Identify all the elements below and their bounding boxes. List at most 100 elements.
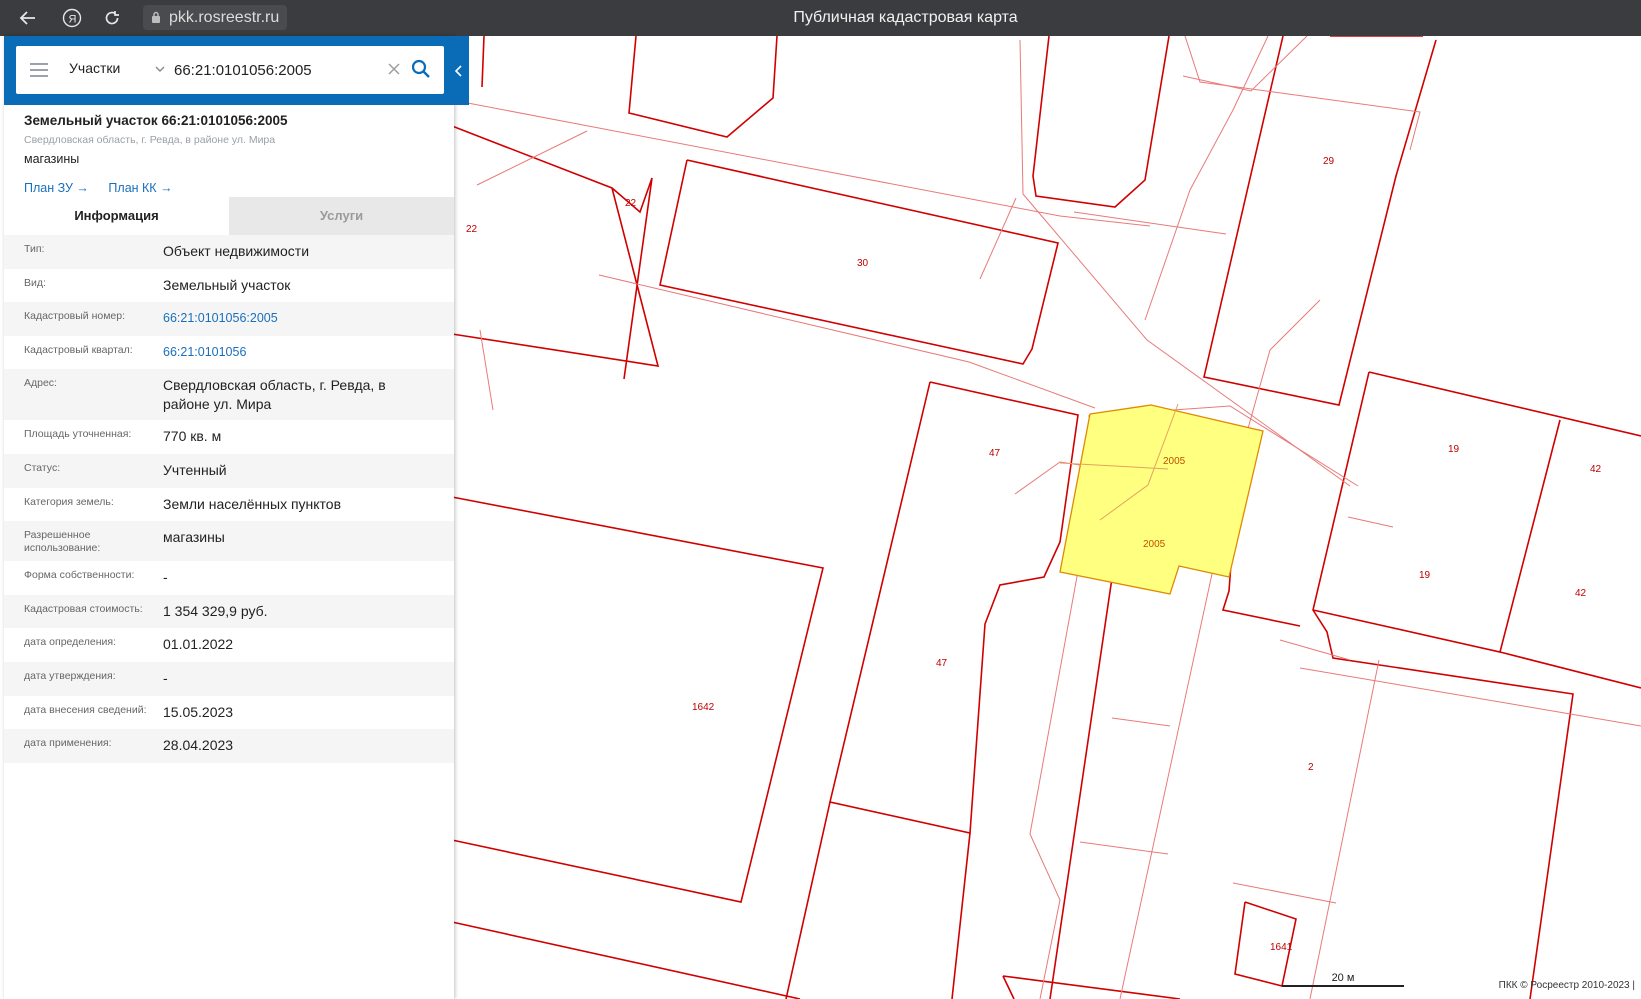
parcel-label: 2 — [1308, 762, 1314, 773]
property-row: Категория земель: Земли населённых пункт… — [4, 488, 454, 522]
property-key: Кадастровый квартал: — [24, 343, 133, 356]
property-row: Кадастровая стоимость: 1 354 329,9 руб. — [4, 594, 454, 629]
property-value: Объект недвижимости — [163, 243, 310, 259]
parcel-label: 22 — [625, 198, 637, 209]
selected-parcel-2005[interactable] — [1059, 404, 1264, 595]
parcel-boundary — [451, 187, 660, 367]
parcel-label: 22 — [466, 224, 478, 235]
search-box: Участки — [16, 46, 444, 94]
selected-parcel-label: 2005 — [1163, 456, 1186, 467]
property-value: 770 кв. м — [163, 428, 222, 445]
object-title: Земельный участок 66:21:0101056:2005 — [24, 113, 288, 128]
property-row: Кадастровый номер: 66:21:0101056:2005 — [4, 302, 454, 336]
parcel-boundary — [451, 921, 801, 999]
parcel-boundary — [451, 125, 653, 214]
tab-info[interactable]: Информация — [4, 197, 229, 235]
parcel-label: 42 — [1575, 588, 1587, 599]
collapse-panel-button[interactable] — [452, 58, 466, 84]
property-key: Вид: — [24, 276, 46, 289]
parcel-label: 19 — [1419, 570, 1431, 581]
property-key: Кадастровая стоимость: — [24, 602, 143, 615]
object-header: Земельный участок 66:21:0101056:2005 Све… — [4, 105, 454, 166]
property-key: дата утверждения: — [24, 669, 116, 682]
parcel-label: 47 — [989, 448, 1001, 459]
layer-select[interactable]: Участки — [69, 60, 120, 76]
scale-line — [1282, 985, 1404, 987]
plan-kk-link[interactable]: План КК → — [108, 181, 172, 195]
object-links: План ЗУ → План КК → — [24, 181, 189, 195]
property-key: Форма собственности: — [24, 569, 135, 582]
scale-label: 20 м — [1331, 972, 1355, 984]
property-row: дата внесения сведений: 15.05.2023 — [4, 696, 454, 730]
property-row: Площадь уточненная: 770 кв. м — [4, 420, 454, 454]
property-row: дата определения: 01.01.2022 — [4, 628, 454, 662]
property-row: дата утверждения: - — [4, 661, 454, 696]
property-value: Свердловская область, г. Ревда, в районе… — [163, 377, 386, 413]
property-value: Земельный участок — [163, 276, 291, 293]
parcel-label: 29 — [1323, 156, 1335, 167]
property-row: Адрес: Свердловская область, г. Ревда, в… — [4, 369, 454, 421]
parcel-boundary — [1203, 36, 1437, 406]
tab-services[interactable]: Услуги — [229, 197, 454, 235]
menu-icon[interactable] — [30, 63, 48, 77]
property-row: Разрешенное использование: магазины — [4, 521, 454, 562]
copyright-text: ПКК © Росреестр 2010-2023 | — [1498, 980, 1635, 991]
property-key: Кадастровый номер: — [24, 310, 126, 323]
selected-parcel-label: 2005 — [1143, 539, 1166, 550]
property-value: магазины — [163, 529, 225, 546]
search-bar: Участки — [4, 36, 469, 105]
chevron-left-icon — [455, 65, 462, 77]
property-row: Форма собственности: - — [4, 561, 454, 595]
property-value: 28.04.2023 — [163, 737, 234, 754]
property-key: Категория земель: — [24, 495, 114, 508]
property-key: Разрешенное использование: — [24, 529, 101, 555]
object-address: Свердловская область, г. Ревда, в районе… — [24, 134, 276, 146]
chevron-down-icon[interactable] — [154, 63, 166, 75]
browser-toolbar: Я pkk.rosreestr.ru Публичная кадастровая… — [0, 0, 1641, 36]
cadastral-quarter-link[interactable]: 66:21:0101056 — [163, 343, 454, 364]
parcel-label: 47 — [936, 658, 948, 669]
page-title: Публичная кадастровая карта — [793, 9, 1018, 26]
cadastral-number-link[interactable]: 66:21:0101056:2005 — [163, 309, 454, 330]
parcel-boundary — [1049, 577, 1113, 999]
parcel-boundary — [1368, 371, 1641, 437]
parcel-label: 42 — [1590, 464, 1602, 475]
parcel-boundary — [1032, 36, 1170, 208]
property-row: дата применения: 28.04.2023 — [4, 729, 454, 763]
parcel-boundary — [1312, 371, 1574, 999]
property-row: Вид: Земельный участок — [4, 269, 454, 303]
parcel-boundary — [829, 381, 1079, 834]
property-value: 15.05.2023 — [163, 703, 234, 720]
plan-zu-link[interactable]: План ЗУ → — [24, 181, 89, 195]
scale-bar: 20 м — [1282, 972, 1404, 988]
parcel-boundary — [1002, 975, 1181, 999]
panel-tabs: Информация Услуги — [4, 197, 454, 235]
close-icon[interactable] — [387, 62, 401, 76]
property-key: Адрес: — [24, 377, 57, 390]
property-value: - — [163, 669, 168, 686]
parcel-labels: 22 22 30 29 47 47 19 19 42 42 1642 2 164… — [466, 156, 1602, 953]
parcel-boundary — [1002, 975, 1015, 999]
property-key: дата определения: — [24, 636, 117, 649]
property-key: Статус: — [24, 461, 61, 474]
property-row: Статус: Учтенный — [4, 453, 454, 488]
properties-table: Тип: Объект недвижимости Вид: Земельный … — [4, 235, 454, 763]
parcel-boundary — [951, 832, 971, 999]
search-icon[interactable] — [411, 59, 431, 79]
secondary-boundaries — [451, 36, 1641, 999]
parcel-boundary — [628, 36, 778, 138]
property-value: Учтенный — [163, 461, 227, 478]
property-value: 01.01.2022 — [163, 636, 234, 653]
property-key: Тип: — [24, 243, 45, 255]
parcel-boundaries — [451, 36, 1641, 999]
property-row: Кадастровый квартал: 66:21:0101056 — [4, 336, 454, 370]
property-key: дата внесения сведений: — [24, 703, 147, 716]
parcel-boundary — [785, 801, 831, 999]
parcel-label: 19 — [1448, 444, 1460, 455]
parcel-boundary — [1499, 651, 1641, 689]
parcel-label: 1642 — [692, 702, 715, 713]
property-value: - — [163, 569, 168, 586]
search-input[interactable] — [174, 58, 374, 82]
object-use: магазины — [24, 152, 80, 166]
parcel-boundary — [451, 496, 824, 903]
